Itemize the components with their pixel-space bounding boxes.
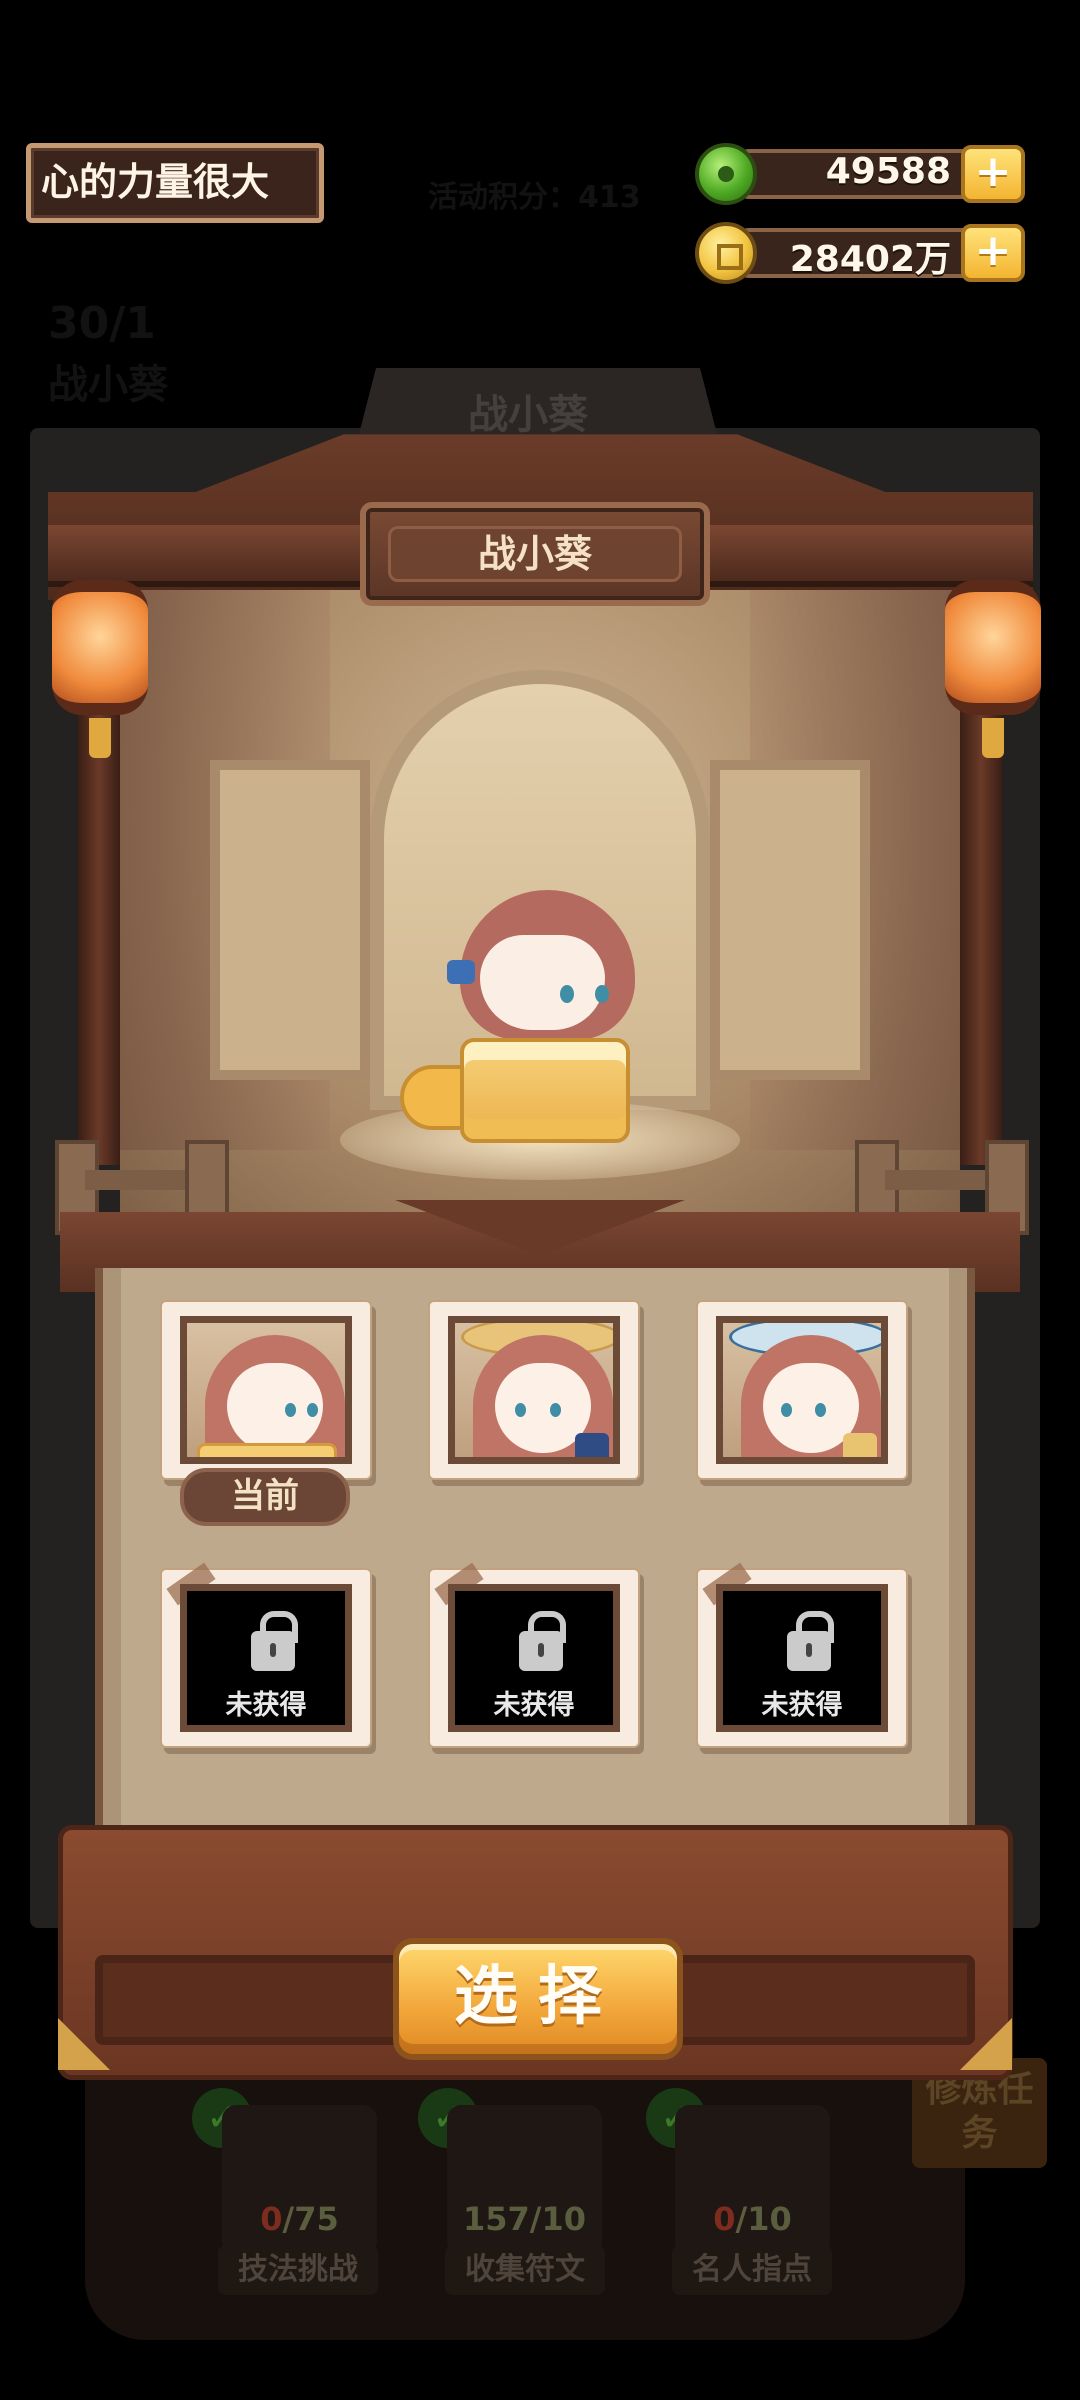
- character-eye: [595, 985, 609, 1003]
- background-title-plate: 战小葵: [358, 368, 718, 438]
- lantern-tassel: [89, 718, 111, 758]
- gold-currency: 28402万 +: [695, 222, 1025, 284]
- outfit-card-locked-1[interactable]: 未获得: [160, 1562, 372, 1748]
- outfit-card-3[interactable]: [696, 1300, 908, 1480]
- outfit-card-locked-3[interactable]: 未获得: [696, 1562, 908, 1748]
- left-window: [210, 760, 370, 1080]
- mentor-guidance-count: 0/10: [713, 2200, 792, 2238]
- dialog-title-plate: 战小葵: [360, 502, 710, 606]
- status-bar-area: [0, 0, 1080, 125]
- rune-collection-stat: 157/10: [447, 2105, 602, 2255]
- outfit-portrait-locked: 未获得: [716, 1584, 888, 1732]
- mentor-guidance-stat: 0/10: [675, 2105, 830, 2255]
- lock-icon: [519, 1611, 566, 1671]
- character-eye: [560, 985, 574, 1003]
- gold-currency-value: 28402万: [789, 239, 951, 280]
- add-jade-button[interactable]: +: [961, 145, 1025, 203]
- outfit-portrait: [448, 1316, 620, 1464]
- locked-label: 未获得: [493, 1690, 575, 1721]
- outfit-card-locked-2[interactable]: 未获得: [428, 1562, 640, 1748]
- outfit-portrait: [716, 1316, 888, 1464]
- lock-icon: [787, 1611, 834, 1671]
- current-outfit-badge: 当前: [180, 1468, 350, 1526]
- background-rank-text: 30/1: [48, 298, 156, 349]
- character-tub: [460, 1038, 630, 1143]
- locked-label: 未获得: [225, 1690, 307, 1721]
- lock-icon: [251, 1611, 298, 1671]
- mentor-guidance-label: 名人指点: [672, 2245, 832, 2295]
- player-name-label: 心的力量很大: [26, 143, 324, 223]
- character-face: [480, 935, 605, 1030]
- background-name-text: 战小葵: [48, 362, 168, 408]
- add-gold-button[interactable]: +: [961, 224, 1025, 282]
- jade-coin-icon: [695, 143, 757, 205]
- jade-currency-value: 49588: [825, 151, 951, 192]
- background-score-text: 活动积分：413: [428, 180, 641, 215]
- select-button[interactable]: 选择: [393, 1938, 683, 2060]
- outfit-card-2[interactable]: [428, 1300, 640, 1480]
- hair-bow-icon: [447, 960, 475, 984]
- outfit-portrait: [180, 1316, 352, 1464]
- outfit-portrait-locked: 未获得: [180, 1584, 352, 1732]
- right-lantern-icon: [945, 580, 1041, 715]
- right-window: [710, 760, 870, 1080]
- rune-collection-count: 157/10: [462, 2200, 586, 2238]
- lantern-tassel: [982, 718, 1004, 758]
- background-title-text: 战小葵: [468, 392, 588, 438]
- rune-collection-label: 收集符文: [445, 2245, 605, 2295]
- outfit-portrait-locked: 未获得: [448, 1584, 620, 1732]
- skill-challenge-stat: 0/75: [222, 2105, 377, 2255]
- left-lantern-icon: [52, 580, 148, 715]
- outfit-card-current[interactable]: [160, 1300, 372, 1480]
- locked-label: 未获得: [761, 1690, 843, 1721]
- jade-currency: 49588 +: [695, 143, 1025, 205]
- gold-coin-icon: [695, 222, 757, 284]
- character-preview: [395, 890, 635, 1155]
- skill-challenge-label: 技法挑战: [218, 2245, 378, 2295]
- dialog-title: 战小葵: [388, 526, 682, 582]
- skill-challenge-count: 0/75: [260, 2200, 339, 2238]
